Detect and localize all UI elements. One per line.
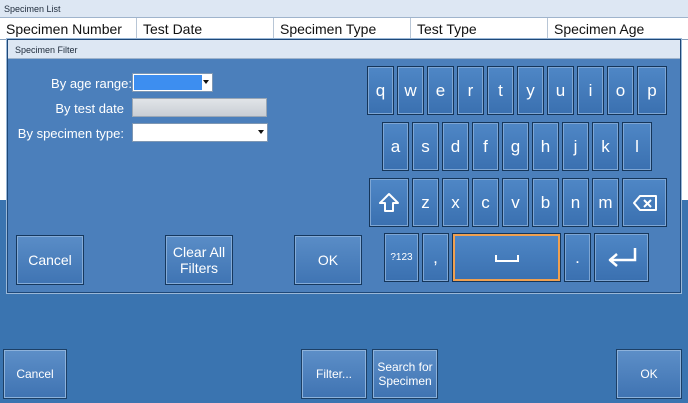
- shift-arrow-icon: [379, 192, 399, 212]
- column-header-specimen-type[interactable]: Specimen Type: [274, 18, 411, 39]
- key-j[interactable]: j: [562, 122, 589, 171]
- dialog-title: Specimen Filter: [8, 40, 680, 59]
- key-e[interactable]: e: [427, 66, 454, 115]
- key-k[interactable]: k: [592, 122, 619, 171]
- key-x[interactable]: x: [442, 178, 469, 227]
- key-enter[interactable]: [594, 233, 649, 282]
- grid-header: Specimen Number Test Date Specimen Type …: [0, 18, 688, 40]
- key-c[interactable]: c: [472, 178, 499, 227]
- test-date-label: By test date: [55, 101, 124, 116]
- test-date-field: [132, 98, 267, 117]
- column-header-test-type[interactable]: Test Type: [411, 18, 548, 39]
- key-a[interactable]: a: [382, 122, 409, 171]
- clear-all-filters-button[interactable]: Clear All Filters: [165, 235, 233, 285]
- key-shift[interactable]: [369, 178, 409, 227]
- age-range-label: By age range:: [51, 76, 132, 91]
- cancel-button[interactable]: Cancel: [3, 349, 67, 399]
- column-header-test-date[interactable]: Test Date: [137, 18, 274, 39]
- key-t[interactable]: t: [487, 66, 514, 115]
- spacebar-icon: [494, 254, 519, 262]
- age-range-combo[interactable]: [132, 73, 213, 92]
- key-l[interactable]: l: [622, 122, 652, 171]
- key-m[interactable]: m: [592, 178, 619, 227]
- dropdown-arrow-icon: [258, 130, 264, 134]
- ok-button[interactable]: OK: [616, 349, 682, 399]
- column-header-specimen-age[interactable]: Specimen Age: [548, 18, 688, 39]
- dialog-ok-button[interactable]: OK: [294, 235, 362, 285]
- key-d[interactable]: d: [442, 122, 469, 171]
- enter-icon: [608, 247, 636, 267]
- key-space[interactable]: [452, 233, 561, 282]
- key-z[interactable]: z: [412, 178, 439, 227]
- key-numeric-toggle[interactable]: ?123: [384, 233, 419, 282]
- key-f[interactable]: f: [472, 122, 499, 171]
- search-for-specimen-button[interactable]: Search for Specimen: [372, 349, 438, 399]
- key-v[interactable]: v: [502, 178, 529, 227]
- key-w[interactable]: w: [397, 66, 424, 115]
- key-i[interactable]: i: [577, 66, 604, 115]
- key-o[interactable]: o: [607, 66, 634, 115]
- key-y[interactable]: y: [517, 66, 544, 115]
- backspace-icon: [632, 194, 657, 211]
- key-b[interactable]: b: [532, 178, 559, 227]
- key-period[interactable]: .: [564, 233, 591, 282]
- window-title: Specimen List: [0, 0, 688, 18]
- key-h[interactable]: h: [532, 122, 559, 171]
- key-comma[interactable]: ,: [422, 233, 449, 282]
- specimen-type-combo[interactable]: [132, 123, 268, 142]
- dropdown-arrow-icon: [203, 80, 209, 84]
- key-s[interactable]: s: [412, 122, 439, 171]
- key-u[interactable]: u: [547, 66, 574, 115]
- key-r[interactable]: r: [457, 66, 484, 115]
- specimen-type-label: By specimen type:: [17, 126, 124, 141]
- key-p[interactable]: p: [637, 66, 667, 115]
- column-header-specimen-number[interactable]: Specimen Number: [0, 18, 137, 39]
- key-backspace[interactable]: [622, 178, 667, 227]
- bottom-button-bar: Cancel Filter... Search for Specimen OK: [0, 296, 688, 403]
- key-q[interactable]: q: [367, 66, 394, 115]
- filter-button[interactable]: Filter...: [301, 349, 367, 399]
- key-g[interactable]: g: [502, 122, 529, 171]
- age-range-selection: [134, 75, 202, 90]
- key-n[interactable]: n: [562, 178, 589, 227]
- specimen-filter-dialog: Specimen Filter By age range: By test da…: [7, 39, 681, 293]
- dialog-cancel-button[interactable]: Cancel: [16, 235, 84, 285]
